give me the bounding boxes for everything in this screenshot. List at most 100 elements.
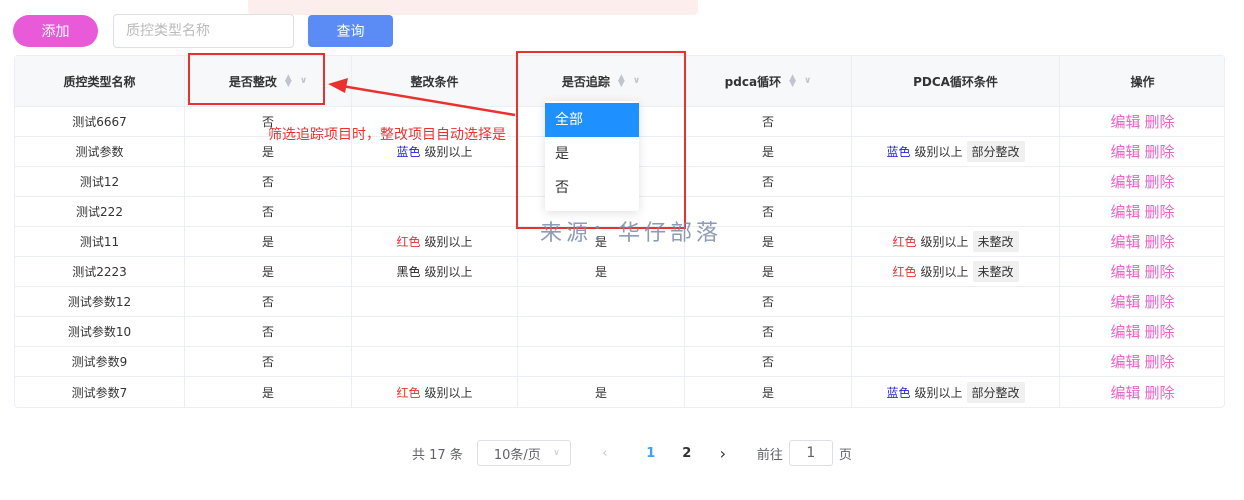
page-size-value: 10条/页 <box>493 447 541 463</box>
cell-pdca-condition <box>852 347 1060 376</box>
col-header-pdca[interactable]: pdca循环 ▲ ▼ ∨ <box>685 56 852 106</box>
delete-link[interactable]: 删除 <box>1145 291 1175 312</box>
track-filter-dropdown: 全部 是 否 <box>545 101 639 211</box>
page-2[interactable]: 2 <box>669 446 705 461</box>
cell-condition <box>352 167 518 196</box>
edit-link[interactable]: 编辑 <box>1110 111 1140 132</box>
rectify-value: 是 <box>261 235 274 249</box>
pdca-value: 否 <box>761 325 774 339</box>
header-label: pdca循环 <box>724 74 782 89</box>
delete-link[interactable]: 删除 <box>1145 201 1175 222</box>
cell-actions: 编辑 删除 <box>1060 317 1225 346</box>
goto-page-input[interactable]: 1 <box>788 440 833 466</box>
next-page-button[interactable]: › <box>705 444 741 463</box>
search-input[interactable] <box>113 14 294 48</box>
cell-actions: 编辑 删除 <box>1060 257 1225 286</box>
cell-track <box>518 317 685 346</box>
edit-link[interactable]: 编辑 <box>1110 231 1140 252</box>
cell-rectify: 是 <box>185 257 352 286</box>
cell-pdca: 否 <box>685 287 852 316</box>
cell-name: 测试6667 <box>15 107 185 136</box>
cell-condition: 黑色 级别以上 <box>352 257 518 286</box>
name-text: 测试参数9 <box>71 355 128 369</box>
prev-page-button[interactable]: ‹ <box>577 446 633 461</box>
edit-link[interactable]: 编辑 <box>1110 291 1140 312</box>
pdca-value: 否 <box>761 175 774 189</box>
cell-pdca-condition <box>852 197 1060 226</box>
level-text: 级别以上 <box>424 385 473 400</box>
add-button[interactable]: 添加 <box>13 15 98 47</box>
edit-link[interactable]: 编辑 <box>1110 382 1140 403</box>
pdca-value: 否 <box>761 355 774 369</box>
delete-link[interactable]: 删除 <box>1145 351 1175 372</box>
delete-link[interactable]: 删除 <box>1145 141 1175 162</box>
col-header-actions: 操作 <box>1060 56 1225 106</box>
rectify-value: 是 <box>261 145 274 159</box>
cell-pdca: 否 <box>685 317 852 346</box>
page-1[interactable]: 1 <box>633 446 669 461</box>
status-tag: 未整改 <box>972 231 1019 252</box>
cell-pdca: 是 <box>685 257 852 286</box>
delete-link[interactable]: 删除 <box>1145 231 1175 252</box>
pdca-value: 否 <box>761 295 774 309</box>
cell-pdca-condition: 蓝色 级别以上 部分整改 <box>852 137 1060 166</box>
page-size-select[interactable]: 10条/页 ∨ <box>476 440 571 466</box>
edit-link[interactable]: 编辑 <box>1110 261 1140 282</box>
edit-link[interactable]: 编辑 <box>1110 171 1140 192</box>
filter-chevron-icon[interactable]: ∨ <box>804 76 811 86</box>
pdca-value: 是 <box>761 145 774 159</box>
delete-link[interactable]: 删除 <box>1145 171 1175 192</box>
cell-actions: 编辑 删除 <box>1060 227 1225 256</box>
delete-link[interactable]: 删除 <box>1145 382 1175 403</box>
goto-label: 前往 <box>756 447 783 463</box>
cell-actions: 编辑 删除 <box>1060 197 1225 226</box>
cell-name: 测试2223 <box>15 257 185 286</box>
rectify-value: 否 <box>261 205 274 219</box>
name-text: 测试11 <box>79 235 120 249</box>
cell-pdca: 是 <box>685 137 852 166</box>
rectify-value: 是 <box>261 385 274 400</box>
edit-link[interactable]: 编辑 <box>1110 201 1140 222</box>
cell-name: 测试参数10 <box>15 317 185 346</box>
delete-link[interactable]: 删除 <box>1145 321 1175 342</box>
cell-rectify: 否 <box>185 197 352 226</box>
cell-condition <box>352 197 518 226</box>
edit-link[interactable]: 编辑 <box>1110 351 1140 372</box>
cell-actions: 编辑 删除 <box>1060 107 1225 136</box>
cell-condition <box>352 317 518 346</box>
edit-link[interactable]: 编辑 <box>1110 141 1140 162</box>
level-text: 级别以上 <box>920 265 969 279</box>
cell-rectify: 否 <box>185 317 352 346</box>
dropdown-option-yes[interactable]: 是 <box>545 137 639 171</box>
rectify-value: 否 <box>261 175 274 189</box>
color-label: 蓝色 <box>886 145 911 159</box>
delete-link[interactable]: 删除 <box>1145 261 1175 282</box>
rectify-value: 是 <box>261 265 274 279</box>
name-text: 测试222 <box>76 205 123 219</box>
rectify-value: 否 <box>261 355 274 369</box>
name-text: 测试参数12 <box>67 295 132 309</box>
color-label: 红色 <box>396 235 421 249</box>
total-count: 共 17 条 <box>412 447 463 463</box>
pdca-value: 是 <box>761 265 774 279</box>
delete-link[interactable]: 删除 <box>1145 111 1175 132</box>
cell-condition: 红色 级别以上 <box>352 227 518 256</box>
cell-name: 测试222 <box>15 197 185 226</box>
cell-name: 测试参数12 <box>15 287 185 316</box>
cell-pdca-condition <box>852 287 1060 316</box>
level-text: 级别以上 <box>424 145 473 159</box>
sort-icon[interactable]: ▲ ▼ <box>789 74 796 89</box>
cell-actions: 编辑 删除 <box>1060 287 1225 316</box>
cell-name: 测试11 <box>15 227 185 256</box>
color-label: 红色 <box>892 235 917 249</box>
cell-condition <box>352 287 518 316</box>
query-button[interactable]: 查询 <box>308 15 393 47</box>
level-text: 级别以上 <box>914 385 963 400</box>
cell-actions: 编辑 删除 <box>1060 137 1225 166</box>
name-text: 测试6667 <box>72 115 127 129</box>
dropdown-option-no[interactable]: 否 <box>545 171 639 205</box>
cell-rectify: 否 <box>185 287 352 316</box>
cell-condition <box>352 347 518 376</box>
dropdown-option-all[interactable]: 全部 <box>545 103 639 137</box>
edit-link[interactable]: 编辑 <box>1110 321 1140 342</box>
